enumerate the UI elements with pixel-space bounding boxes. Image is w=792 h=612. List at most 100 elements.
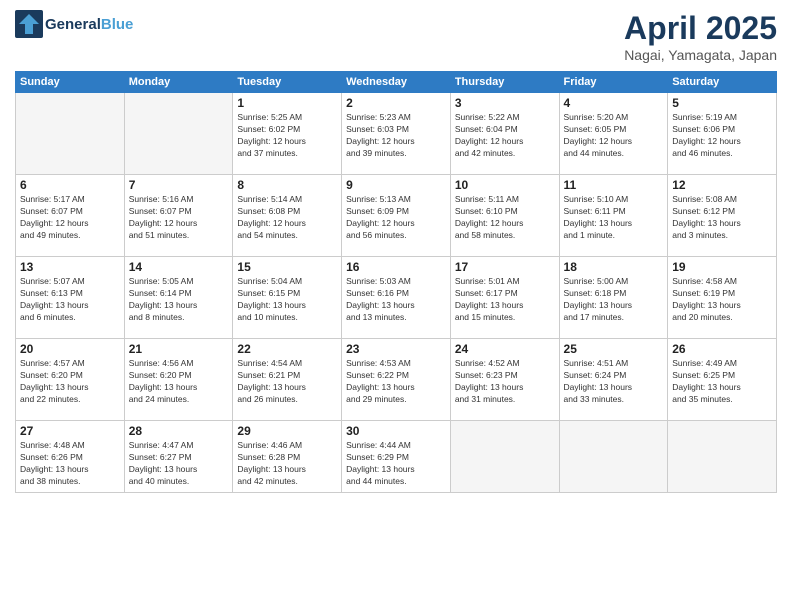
day-info: Sunrise: 5:20 AM Sunset: 6:05 PM Dayligh… [564,112,664,160]
weekday-header-row: SundayMondayTuesdayWednesdayThursdayFrid… [16,72,777,93]
day-info: Sunrise: 5:11 AM Sunset: 6:10 PM Dayligh… [455,194,555,242]
day-number: 25 [564,342,664,356]
header: GeneralBlue April 2025 Nagai, Yamagata, … [15,10,777,63]
day-info: Sunrise: 5:04 AM Sunset: 6:15 PM Dayligh… [237,276,337,324]
day-number: 30 [346,424,446,438]
weekday-header-friday: Friday [559,72,668,93]
day-info: Sunrise: 4:57 AM Sunset: 6:20 PM Dayligh… [20,358,120,406]
day-info: Sunrise: 4:47 AM Sunset: 6:27 PM Dayligh… [129,440,229,488]
day-cell [559,421,668,493]
day-info: Sunrise: 4:51 AM Sunset: 6:24 PM Dayligh… [564,358,664,406]
day-cell: 29 Sunrise: 4:46 AM Sunset: 6:28 PM Dayli… [233,421,342,493]
day-number: 22 [237,342,337,356]
day-cell: 3Sunrise: 5:22 AM Sunset: 6:04 PM Daylig… [450,93,559,175]
day-info: Sunrise: 5:00 AM Sunset: 6:18 PM Dayligh… [564,276,664,324]
weekday-header-saturday: Saturday [668,72,777,93]
day-info: Sunrise: 4:46 AM Sunset: 6:28 PM Dayligh… [237,440,337,488]
day-number: 29 [237,424,337,438]
day-number: 2 [346,96,446,110]
logo: GeneralBlue [15,10,133,38]
day-info: Sunrise: 5:01 AM Sunset: 6:17 PM Dayligh… [455,276,555,324]
day-info: Sunrise: 5:17 AM Sunset: 6:07 PM Dayligh… [20,194,120,242]
day-cell: 6Sunrise: 5:17 AM Sunset: 6:07 PM Daylig… [16,175,125,257]
day-number: 13 [20,260,120,274]
day-number: 10 [455,178,555,192]
week-row-5: 27Sunrise: 4:48 AM Sunset: 6:26 PM Dayli… [16,421,777,493]
day-cell: 22 Sunrise: 4:54 AM Sunset: 6:21 PM Dayli… [233,339,342,421]
day-info: Sunrise: 4:54 AM Sunset: 6:21 PM Dayligh… [237,358,337,406]
day-cell: 18 Sunrise: 5:00 AM Sunset: 6:18 PM Dayli… [559,257,668,339]
day-number: 24 [455,342,555,356]
day-cell: 7Sunrise: 5:16 AM Sunset: 6:07 PM Daylig… [124,175,233,257]
day-cell: 17Sunrise: 5:01 AM Sunset: 6:17 PM Dayli… [450,257,559,339]
weekday-header-tuesday: Tuesday [233,72,342,93]
day-number: 5 [672,96,772,110]
day-cell: 15 Sunrise: 5:04 AM Sunset: 6:15 PM Dayli… [233,257,342,339]
day-info: Sunrise: 4:56 AM Sunset: 6:20 PM Dayligh… [129,358,229,406]
day-cell: 24 Sunrise: 4:52 AM Sunset: 6:23 PM Dayli… [450,339,559,421]
day-number: 15 [237,260,337,274]
day-info: Sunrise: 4:53 AM Sunset: 6:22 PM Dayligh… [346,358,446,406]
day-number: 27 [20,424,120,438]
day-cell [124,93,233,175]
day-cell [668,421,777,493]
day-number: 1 [237,96,337,110]
day-info: Sunrise: 4:49 AM Sunset: 6:25 PM Dayligh… [672,358,772,406]
day-number: 9 [346,178,446,192]
day-number: 4 [564,96,664,110]
week-row-2: 6Sunrise: 5:17 AM Sunset: 6:07 PM Daylig… [16,175,777,257]
day-info: Sunrise: 5:07 AM Sunset: 6:13 PM Dayligh… [20,276,120,324]
day-number: 26 [672,342,772,356]
month-title: April 2025 [624,10,777,47]
day-number: 18 [564,260,664,274]
day-info: Sunrise: 5:13 AM Sunset: 6:09 PM Dayligh… [346,194,446,242]
day-cell: 25 Sunrise: 4:51 AM Sunset: 6:24 PM Dayli… [559,339,668,421]
weekday-header-sunday: Sunday [16,72,125,93]
week-row-4: 20 Sunrise: 4:57 AM Sunset: 6:20 PM Dayli… [16,339,777,421]
day-cell: 14Sunrise: 5:05 AM Sunset: 6:14 PM Dayli… [124,257,233,339]
day-cell: 26 Sunrise: 4:49 AM Sunset: 6:25 PM Dayli… [668,339,777,421]
logo-text: GeneralBlue [45,16,133,33]
day-info: Sunrise: 5:25 AM Sunset: 6:02 PM Dayligh… [237,112,337,160]
day-info: Sunrise: 5:22 AM Sunset: 6:04 PM Dayligh… [455,112,555,160]
week-row-1: 1 Sunrise: 5:25 AM Sunset: 6:02 PM Daylig… [16,93,777,175]
day-number: 11 [564,178,664,192]
day-cell: 13 Sunrise: 5:07 AM Sunset: 6:13 PM Dayli… [16,257,125,339]
day-info: Sunrise: 5:05 AM Sunset: 6:14 PM Dayligh… [129,276,229,324]
day-info: Sunrise: 5:23 AM Sunset: 6:03 PM Dayligh… [346,112,446,160]
day-cell: 23 Sunrise: 4:53 AM Sunset: 6:22 PM Dayli… [342,339,451,421]
calendar-table: SundayMondayTuesdayWednesdayThursdayFrid… [15,71,777,493]
day-cell: 9 Sunrise: 5:13 AM Sunset: 6:09 PM Daylig… [342,175,451,257]
day-number: 16 [346,260,446,274]
day-cell: 1 Sunrise: 5:25 AM Sunset: 6:02 PM Daylig… [233,93,342,175]
day-cell: 10 Sunrise: 5:11 AM Sunset: 6:10 PM Dayli… [450,175,559,257]
day-info: Sunrise: 5:19 AM Sunset: 6:06 PM Dayligh… [672,112,772,160]
day-number: 20 [20,342,120,356]
day-cell: 5 Sunrise: 5:19 AM Sunset: 6:06 PM Daylig… [668,93,777,175]
title-area: April 2025 Nagai, Yamagata, Japan [624,10,777,63]
weekday-header-wednesday: Wednesday [342,72,451,93]
day-info: Sunrise: 5:03 AM Sunset: 6:16 PM Dayligh… [346,276,446,324]
weekday-header-monday: Monday [124,72,233,93]
day-number: 21 [129,342,229,356]
day-cell: 27Sunrise: 4:48 AM Sunset: 6:26 PM Dayli… [16,421,125,493]
day-info: Sunrise: 5:10 AM Sunset: 6:11 PM Dayligh… [564,194,664,242]
day-info: Sunrise: 5:14 AM Sunset: 6:08 PM Dayligh… [237,194,337,242]
day-number: 8 [237,178,337,192]
day-info: Sunrise: 4:44 AM Sunset: 6:29 PM Dayligh… [346,440,446,488]
day-cell: 12Sunrise: 5:08 AM Sunset: 6:12 PM Dayli… [668,175,777,257]
day-number: 7 [129,178,229,192]
page: GeneralBlue April 2025 Nagai, Yamagata, … [0,0,792,612]
day-info: Sunrise: 4:52 AM Sunset: 6:23 PM Dayligh… [455,358,555,406]
day-cell: 19Sunrise: 4:58 AM Sunset: 6:19 PM Dayli… [668,257,777,339]
logo-icon [15,10,43,38]
day-cell: 21 Sunrise: 4:56 AM Sunset: 6:20 PM Dayli… [124,339,233,421]
day-number: 23 [346,342,446,356]
day-cell [16,93,125,175]
day-info: Sunrise: 4:58 AM Sunset: 6:19 PM Dayligh… [672,276,772,324]
day-cell: 30 Sunrise: 4:44 AM Sunset: 6:29 PM Dayli… [342,421,451,493]
day-cell: 20 Sunrise: 4:57 AM Sunset: 6:20 PM Dayli… [16,339,125,421]
day-cell: 16 Sunrise: 5:03 AM Sunset: 6:16 PM Dayli… [342,257,451,339]
day-number: 12 [672,178,772,192]
day-cell: 4 Sunrise: 5:20 AM Sunset: 6:05 PM Daylig… [559,93,668,175]
